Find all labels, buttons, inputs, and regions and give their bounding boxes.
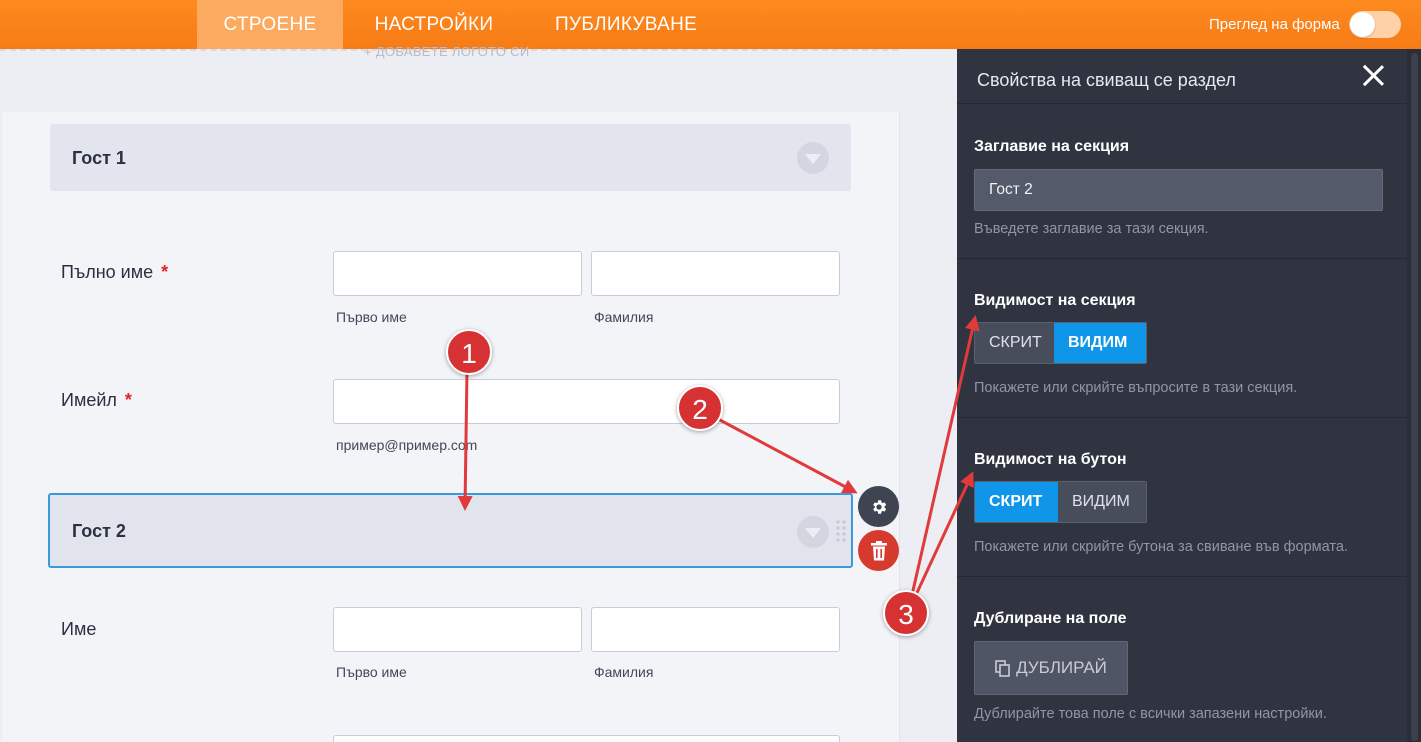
last-name-sublabel-2: Фамилия: [594, 664, 654, 680]
section-visibility-group: Видимост на секция СКРИТ ВИДИМ Покажете …: [957, 259, 1407, 418]
copy-icon: [995, 660, 1010, 677]
email-label: Имейл *: [61, 390, 132, 410]
next-field-input[interactable]: [333, 735, 840, 742]
duplicate-field-label: Дублиране на поле: [974, 610, 1127, 627]
section-title: Гост 1: [72, 148, 126, 168]
button-visibility-label: Видимост на бутон: [974, 451, 1127, 468]
tab-settings[interactable]: НАСТРОЙКИ: [374, 0, 494, 49]
panel-title: Свойства на свиващ се раздел: [977, 70, 1236, 90]
preview-form-toggle[interactable]: [1349, 11, 1401, 38]
last-name-sublabel: Фамилия: [594, 309, 654, 325]
button-visible-option[interactable]: ВИДИМ: [1058, 482, 1146, 522]
top-bar: СТРОЕНЕ НАСТРОЙКИ ПУБЛИКУВАНЕ Преглед на…: [0, 0, 1421, 49]
gear-icon: [872, 499, 886, 514]
section-title-help: Въведете заглавие за тази секция.: [974, 221, 1209, 237]
annotation-badge-2: 2: [677, 385, 723, 431]
visibility-hidden-option[interactable]: СКРИТ: [975, 323, 1054, 363]
last-name-input[interactable]: [591, 251, 840, 296]
collapsible-section-guest-1[interactable]: Гост 1: [50, 124, 851, 191]
section-visibility-toggle[interactable]: СКРИТ ВИДИМ: [974, 322, 1147, 364]
first-name-sublabel: Първо име: [336, 309, 407, 325]
panel-scrollbar[interactable]: [1407, 49, 1421, 742]
annotation-badge-3: 3: [883, 590, 929, 636]
drag-handle-icon[interactable]: [835, 519, 847, 543]
chevron-down-icon[interactable]: [797, 142, 829, 174]
toggle-knob: [1350, 12, 1375, 37]
button-visibility-toggle[interactable]: СКРИТ ВИДИМ: [974, 481, 1147, 523]
annotation-badge-1: 1: [446, 329, 492, 375]
duplicate-button[interactable]: ДУБЛИРАЙ: [974, 641, 1128, 695]
duplicate-field-help: Дублирайте това поле с всички запазени н…: [974, 706, 1327, 722]
button-visibility-group: Видимост на бутон СКРИТ ВИДИМ Покажете и…: [957, 418, 1407, 577]
scrollbar-thumb[interactable]: [1411, 53, 1418, 741]
first-name-input[interactable]: [333, 251, 582, 296]
preview-form-label: Преглед на форма: [1209, 16, 1340, 33]
full-name-label: Пълно име *: [61, 262, 169, 282]
close-icon[interactable]: [1361, 63, 1385, 87]
chevron-down-icon[interactable]: [797, 516, 829, 548]
visibility-visible-option[interactable]: ВИДИМ: [1054, 323, 1146, 363]
first-name-sublabel-2: Първо име: [336, 664, 407, 680]
email-sublabel: пример@пример.com: [336, 437, 478, 453]
section-visibility-help: Покажете или скрийте въпросите в тази се…: [974, 380, 1298, 396]
section-title: Гост 2: [72, 521, 126, 541]
field-settings-button[interactable]: [858, 486, 899, 527]
section-title-group: Заглавие на секция Гост 2 Въведете загла…: [957, 105, 1407, 259]
properties-panel: Свойства на свиващ се раздел Заглавие на…: [957, 49, 1421, 742]
duplicate-button-label: ДУБЛИРАЙ: [1016, 658, 1107, 677]
collapsible-section-guest-2[interactable]: Гост 2: [48, 493, 853, 568]
required-mark: *: [161, 262, 169, 282]
trash-icon: [870, 540, 887, 561]
section-title-input[interactable]: Гост 2: [974, 169, 1383, 211]
button-visibility-help: Покажете или скрийте бутона за свиване в…: [974, 539, 1348, 555]
panel-header: Свойства на свиващ се раздел: [957, 49, 1407, 104]
tab-build[interactable]: СТРОЕНЕ: [197, 0, 343, 49]
section-visibility-label: Видимост на секция: [974, 292, 1136, 309]
last-name-input-2[interactable]: [591, 607, 840, 652]
section-title-label: Заглавие на секция: [974, 138, 1130, 155]
first-name-input-2[interactable]: [333, 607, 582, 652]
delete-field-button[interactable]: [858, 530, 899, 571]
tab-publish[interactable]: ПУБЛИКУВАНЕ: [555, 0, 697, 49]
email-input[interactable]: [333, 379, 840, 424]
required-mark: *: [124, 390, 132, 410]
name-label: Име: [61, 619, 97, 639]
duplicate-field-group: Дублиране на поле ДУБЛИРАЙ Дублирайте то…: [957, 577, 1407, 742]
button-hidden-option[interactable]: СКРИТ: [975, 482, 1058, 522]
add-logo-link[interactable]: + ДОБАВЕТЕ ЛОГОТО СИ: [364, 44, 529, 59]
